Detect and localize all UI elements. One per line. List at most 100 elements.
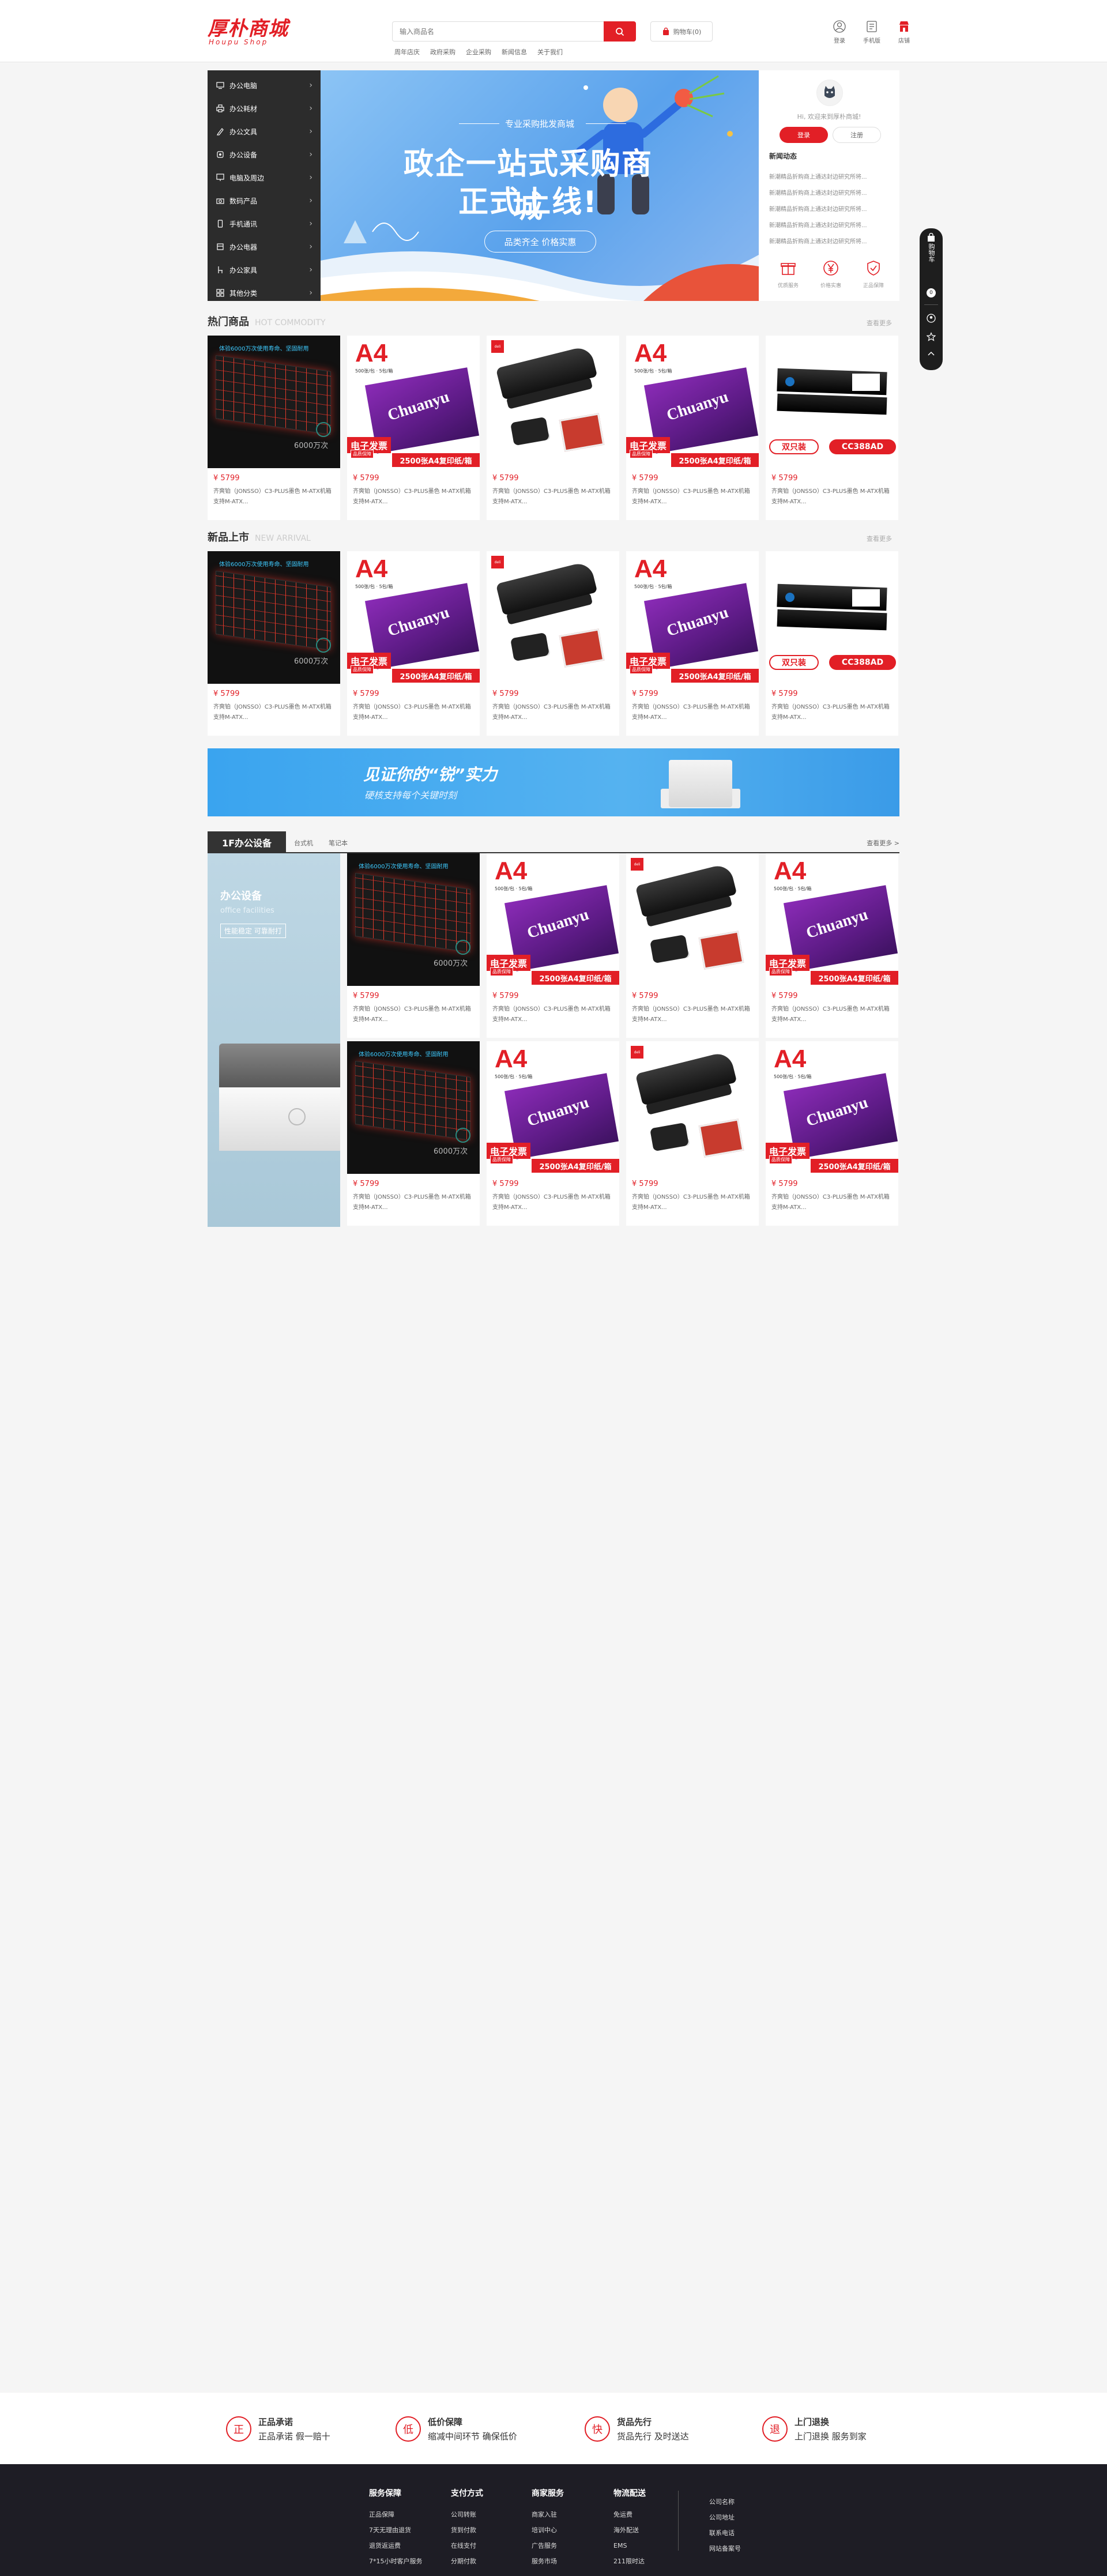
product-card[interactable]: 体验6000万次使用寿命、坚固耐用 6000万次 ¥ 5799 齐爽铂（JONSSO）… xyxy=(347,853,480,1038)
product-card[interactable]: A4 500张/包 · 5包/箱 Chuanyu 电子发票 品质保障 2500张A4复印纸… xyxy=(347,336,480,520)
product-card[interactable]: 体验6000万次使用寿命、坚固耐用 6000万次 ¥ 5799 齐爽铂（JONSSO）… xyxy=(208,551,340,736)
footer-link[interactable]: 广告服务 xyxy=(532,2538,564,2554)
floor-tab[interactable]: 台式机 xyxy=(294,838,313,848)
hot-word-link[interactable]: 政府采购 xyxy=(430,47,455,57)
category-item[interactable]: 办公文具 › xyxy=(208,120,321,143)
product-name[interactable]: 齐爽铂（JONSSO）C3-PLUS墨色 M-ATX机箱支持M-ATX... xyxy=(492,487,615,507)
banner-cta[interactable]: 品类齐全 价格实惠 xyxy=(484,231,596,253)
product-card[interactable]: 体验6000万次使用寿命、坚固耐用 6000万次 ¥ 5799 齐爽铂（JONSSO）… xyxy=(208,336,340,520)
floor-tab[interactable]: 笔记本 xyxy=(329,838,348,848)
product-card[interactable]: deli ¥ 5799 齐爽铂（JONSSO）C3-PLUS墨色 M-ATX机箱支持… xyxy=(626,853,759,1038)
product-card[interactable]: 双只装 CC388AD ¥ 5799 齐爽铂（JONSSO）C3-PLUS墨色 M-A… xyxy=(766,336,898,520)
promo-banner[interactable]: 见证你的“锐”实力 硬核支持每个关键时刻 xyxy=(208,748,899,816)
product-name[interactable]: 齐爽铂（JONSSO）C3-PLUS墨色 M-ATX机箱支持M-ATX... xyxy=(353,1192,475,1213)
category-item[interactable]: 手机通讯 › xyxy=(208,212,321,235)
footer-link[interactable]: 正品保障 xyxy=(369,2507,423,2522)
category-item[interactable]: 办公电脑 › xyxy=(208,74,321,97)
footer-link[interactable]: 退货返运费 xyxy=(369,2538,423,2554)
product-name[interactable]: 齐爽铂（JONSSO）C3-PLUS墨色 M-ATX机箱支持M-ATX... xyxy=(353,702,475,723)
service-item[interactable]: 优质服务 xyxy=(770,258,806,289)
back-to-top-icon[interactable] xyxy=(925,348,937,360)
hot-word-link[interactable]: 企业采购 xyxy=(466,47,491,57)
floor-more-link[interactable]: 查看更多 > xyxy=(867,838,899,848)
search-input[interactable] xyxy=(392,21,604,42)
product-name[interactable]: 齐爽铂（JONSSO）C3-PLUS墨色 M-ATX机箱支持M-ATX... xyxy=(632,1004,754,1025)
footer-link[interactable]: 211限时达 xyxy=(613,2554,646,2569)
product-name[interactable]: 齐爽铂（JONSSO）C3-PLUS墨色 M-ATX机箱支持M-ATX... xyxy=(353,1004,475,1025)
news-item[interactable]: 新潮精品折购商上通达封边研究所将... xyxy=(769,218,890,234)
product-name[interactable]: 齐爽铂（JONSSO）C3-PLUS墨色 M-ATX机箱支持M-ATX... xyxy=(632,702,754,723)
news-item[interactable]: 新潮精品折购商上通达封边研究所将... xyxy=(769,202,890,218)
product-card[interactable]: 双只装 CC388AD ¥ 5799 齐爽铂（JONSSO）C3-PLUS墨色 M-A… xyxy=(766,551,898,736)
footer-link[interactable]: 商家入驻 xyxy=(532,2507,564,2522)
product-name[interactable]: 齐爽铂（JONSSO）C3-PLUS墨色 M-ATX机箱支持M-ATX... xyxy=(771,702,894,723)
footer-link[interactable]: 7天无理由退货 xyxy=(369,2522,423,2538)
product-name[interactable]: 齐爽铂（JONSSO）C3-PLUS墨色 M-ATX机箱支持M-ATX... xyxy=(771,1004,894,1025)
product-card[interactable]: A4 500张/包 · 5包/箱 Chuanyu 电子发票 品质保障 2500张A4复印纸… xyxy=(487,853,619,1038)
product-name[interactable]: 齐爽铂（JONSSO）C3-PLUS墨色 M-ATX机箱支持M-ATX... xyxy=(632,487,754,507)
star-icon[interactable] xyxy=(925,331,937,342)
footer-link[interactable]: 在线支付 xyxy=(451,2538,483,2554)
footer-link[interactable]: 培训中心 xyxy=(532,2522,564,2538)
logo[interactable]: 厚朴商城 xyxy=(208,17,288,40)
service-item[interactable]: 价格实惠 xyxy=(813,258,849,289)
footer-link[interactable]: 公司转账 xyxy=(451,2507,483,2522)
user-icon[interactable] xyxy=(925,312,937,324)
category-item[interactable]: 其他分类 › xyxy=(208,281,321,304)
product-card[interactable]: A4 500张/包 · 5包/箱 Chuanyu 电子发票 品质保障 2500张A4复印纸… xyxy=(487,1041,619,1226)
product-card[interactable]: A4 500张/包 · 5包/箱 Chuanyu 电子发票 品质保障 2500张A4复印纸… xyxy=(347,551,480,736)
product-name[interactable]: 齐爽铂（JONSSO）C3-PLUS墨色 M-ATX机箱支持M-ATX... xyxy=(771,1192,894,1213)
banner-dot[interactable] xyxy=(553,288,557,292)
product-card[interactable]: 体验6000万次使用寿命、坚固耐用 6000万次 ¥ 5799 齐爽铂（JONSSO）… xyxy=(347,1041,480,1226)
category-item[interactable]: 办公家具 › xyxy=(208,258,321,281)
product-name[interactable]: 齐爽铂（JONSSO）C3-PLUS墨色 M-ATX机箱支持M-ATX... xyxy=(213,702,336,723)
hot-word-link[interactable]: 新闻信息 xyxy=(502,47,527,57)
category-item[interactable]: 办公设备 › xyxy=(208,143,321,166)
category-item[interactable]: 办公电器 › xyxy=(208,235,321,258)
product-card[interactable]: A4 500张/包 · 5包/箱 Chuanyu 电子发票 品质保障 2500张A4复印纸… xyxy=(766,853,898,1038)
product-name[interactable]: 齐爽铂（JONSSO）C3-PLUS墨色 M-ATX机箱支持M-ATX... xyxy=(492,702,615,723)
product-name[interactable]: 齐爽铂（JONSSO）C3-PLUS墨色 M-ATX机箱支持M-ATX... xyxy=(771,487,894,507)
product-name[interactable]: 齐爽铂（JONSSO）C3-PLUS墨色 M-ATX机箱支持M-ATX... xyxy=(492,1004,615,1025)
category-item[interactable]: 电脑及周边 › xyxy=(208,166,321,189)
category-item[interactable]: 办公耗材 › xyxy=(208,97,321,120)
news-item[interactable]: 新潮精品折购商上通达封边研究所将... xyxy=(769,186,890,202)
product-card[interactable]: A4 500张/包 · 5包/箱 Chuanyu 电子发票 品质保障 2500张A4复印纸… xyxy=(626,551,759,736)
hot-more-link[interactable]: 查看更多 xyxy=(867,318,892,327)
product-card[interactable]: A4 500张/包 · 5包/箱 Chuanyu 电子发票 品质保障 2500张A4复印纸… xyxy=(626,336,759,520)
product-card[interactable]: deli ¥ 5799 齐爽铂（JONSSO）C3-PLUS墨色 M-ATX机箱支持… xyxy=(487,551,619,736)
product-name[interactable]: 齐爽铂（JONSSO）C3-PLUS墨色 M-ATX机箱支持M-ATX... xyxy=(213,487,336,507)
product-name[interactable]: 齐爽铂（JONSSO）C3-PLUS墨色 M-ATX机箱支持M-ATX... xyxy=(492,1192,615,1213)
product-card[interactable]: A4 500张/包 · 5包/箱 Chuanyu 电子发票 品质保障 2500张A4复印纸… xyxy=(766,1041,898,1226)
product-name[interactable]: 齐爽铂（JONSSO）C3-PLUS墨色 M-ATX机箱支持M-ATX... xyxy=(632,1192,754,1213)
footer-link[interactable]: 服务市场 xyxy=(532,2554,564,2569)
footer-link[interactable]: 7*15小时客户服务 xyxy=(369,2554,423,2569)
login-button[interactable]: 登录 xyxy=(780,127,828,143)
news-item[interactable]: 新潮精品折购商上通达封边研究所将... xyxy=(769,234,890,250)
cart-button[interactable]: 购物车(0) xyxy=(650,21,713,42)
mobile-link[interactable]: 手机版 xyxy=(861,20,883,44)
category-item[interactable]: 数码产品 › xyxy=(208,189,321,212)
product-name[interactable]: 齐爽铂（JONSSO）C3-PLUS墨色 M-ATX机箱支持M-ATX... xyxy=(353,487,475,507)
register-button[interactable]: 注册 xyxy=(833,127,881,143)
floor-banner[interactable]: 办公设备 office facilities 性能稳定 可靠耐打 xyxy=(208,853,340,1227)
product-card[interactable]: deli ¥ 5799 齐爽铂（JONSSO）C3-PLUS墨色 M-ATX机箱支持… xyxy=(487,336,619,520)
store-link[interactable]: 店铺 xyxy=(893,20,915,44)
banner-dot[interactable] xyxy=(530,288,534,292)
hot-word-link[interactable]: 周年店庆 xyxy=(394,47,420,57)
product-card[interactable]: deli ¥ 5799 齐爽铂（JONSSO）C3-PLUS墨色 M-ATX机箱支持… xyxy=(626,1041,759,1226)
hot-word-link[interactable]: 关于我们 xyxy=(537,47,563,57)
footer-link[interactable]: 海外配送 xyxy=(613,2522,646,2538)
banner-dot[interactable] xyxy=(538,288,542,292)
footer-link[interactable]: 分期付款 xyxy=(451,2554,483,2569)
news-item[interactable]: 新潮精品折购商上通达封边研究所将... xyxy=(769,170,890,186)
footer-link[interactable]: 货到付款 xyxy=(451,2522,483,2538)
footer-link[interactable]: 免运费 xyxy=(613,2507,646,2522)
new-more-link[interactable]: 查看更多 xyxy=(867,534,892,543)
search-button[interactable] xyxy=(604,21,636,42)
footer-link[interactable]: EMS xyxy=(613,2538,646,2554)
service-item[interactable]: 正品保障 xyxy=(856,258,891,289)
avatar[interactable] xyxy=(816,80,843,106)
banner-dot[interactable] xyxy=(545,288,549,292)
hero-banner[interactable]: 专业采购批发商城 政企一站式采购商城 正式上线! 品类齐全 价格实惠 xyxy=(321,70,759,301)
